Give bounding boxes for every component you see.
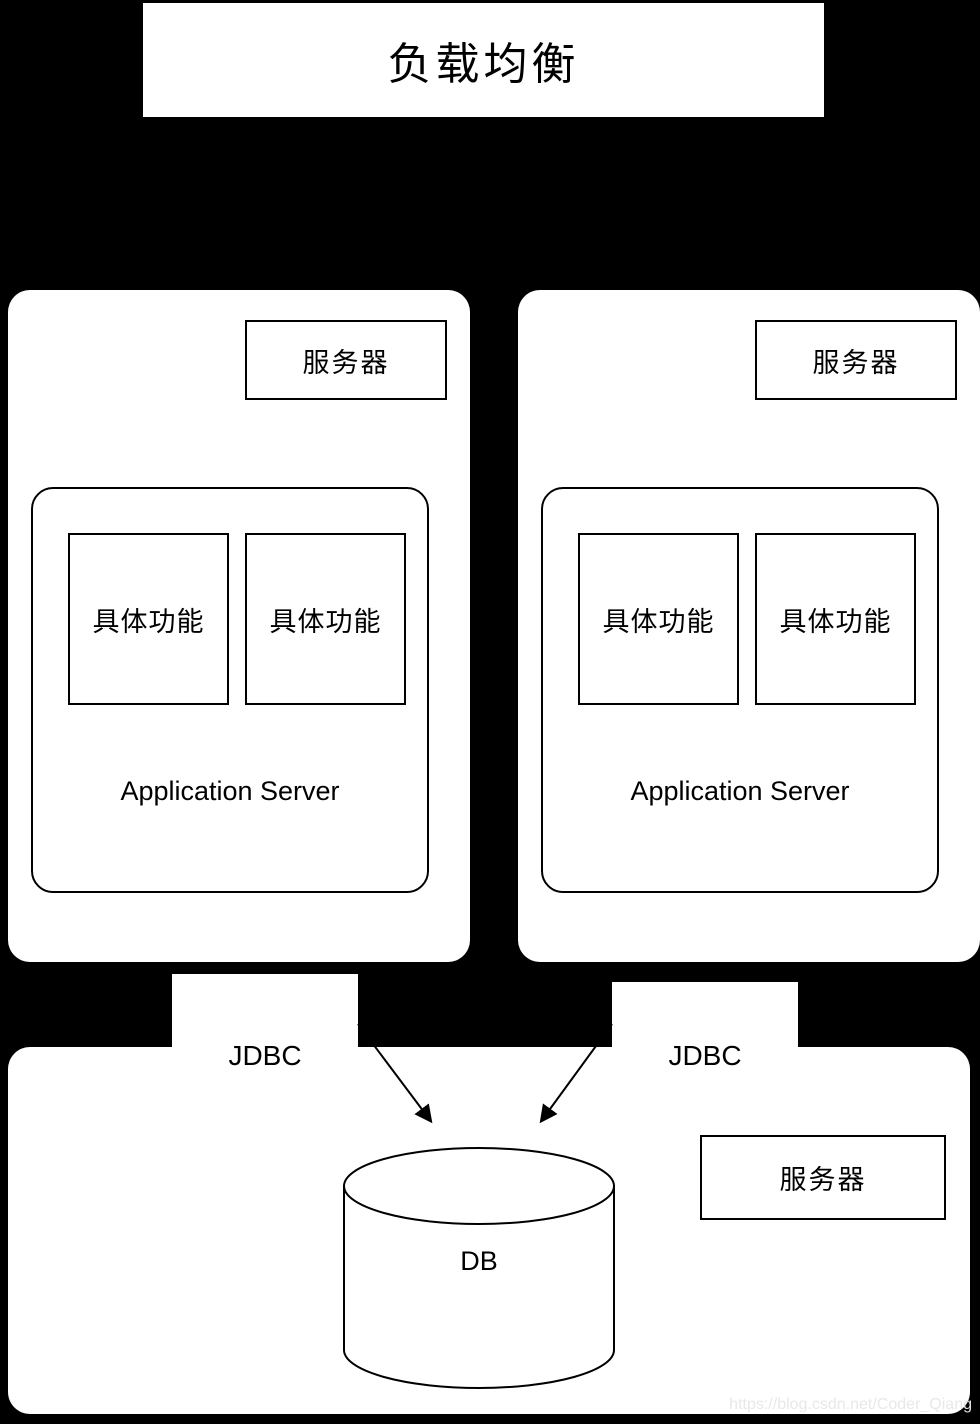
server-tag-database: 服务器 [700, 1135, 946, 1220]
jdbc-label-right: JDBC [668, 1040, 742, 1071]
function-box-right-2: 具体功能 [755, 533, 916, 705]
function-box-right-1: 具体功能 [578, 533, 739, 705]
load-balancer-label: 负载均衡 [387, 40, 580, 89]
server-tag-database-label: 服务器 [779, 1165, 867, 1195]
server-node-right: 服务器 具体功能 具体功能 Application Server [518, 290, 980, 962]
application-server-left-label: Application Server [120, 776, 340, 806]
server-tag-right: 服务器 [755, 320, 957, 400]
application-server-right: 具体功能 具体功能 Application Server [541, 487, 939, 893]
server-tag-left-label: 服务器 [302, 347, 390, 378]
application-server-right-label: Application Server [630, 776, 850, 806]
function-box-left-2-label: 具体功能 [269, 606, 382, 637]
application-server-left: 具体功能 具体功能 Application Server [31, 487, 429, 893]
function-box-right-2-label: 具体功能 [779, 606, 892, 637]
function-box-left-1: 具体功能 [68, 533, 229, 705]
function-box-right-1-label: 具体功能 [602, 606, 715, 637]
function-box-left-1-label: 具体功能 [92, 606, 205, 637]
server-tag-left: 服务器 [245, 320, 447, 400]
jdbc-label-left: JDBC [228, 1040, 302, 1071]
watermark: https://blog.csdn.net/Coder_Qiang [729, 1396, 972, 1413]
server-node-left: 服务器 具体功能 具体功能 Application Server [8, 290, 470, 962]
database-label: DB [460, 1246, 498, 1276]
function-box-left-2: 具体功能 [245, 533, 406, 705]
load-balancer-box: 负载均衡 [143, 3, 824, 117]
server-tag-right-label: 服务器 [812, 347, 900, 378]
diagram-canvas: 负载均衡 服务器 具体功能 具体功能 Application Server 服务… [0, 0, 980, 1424]
